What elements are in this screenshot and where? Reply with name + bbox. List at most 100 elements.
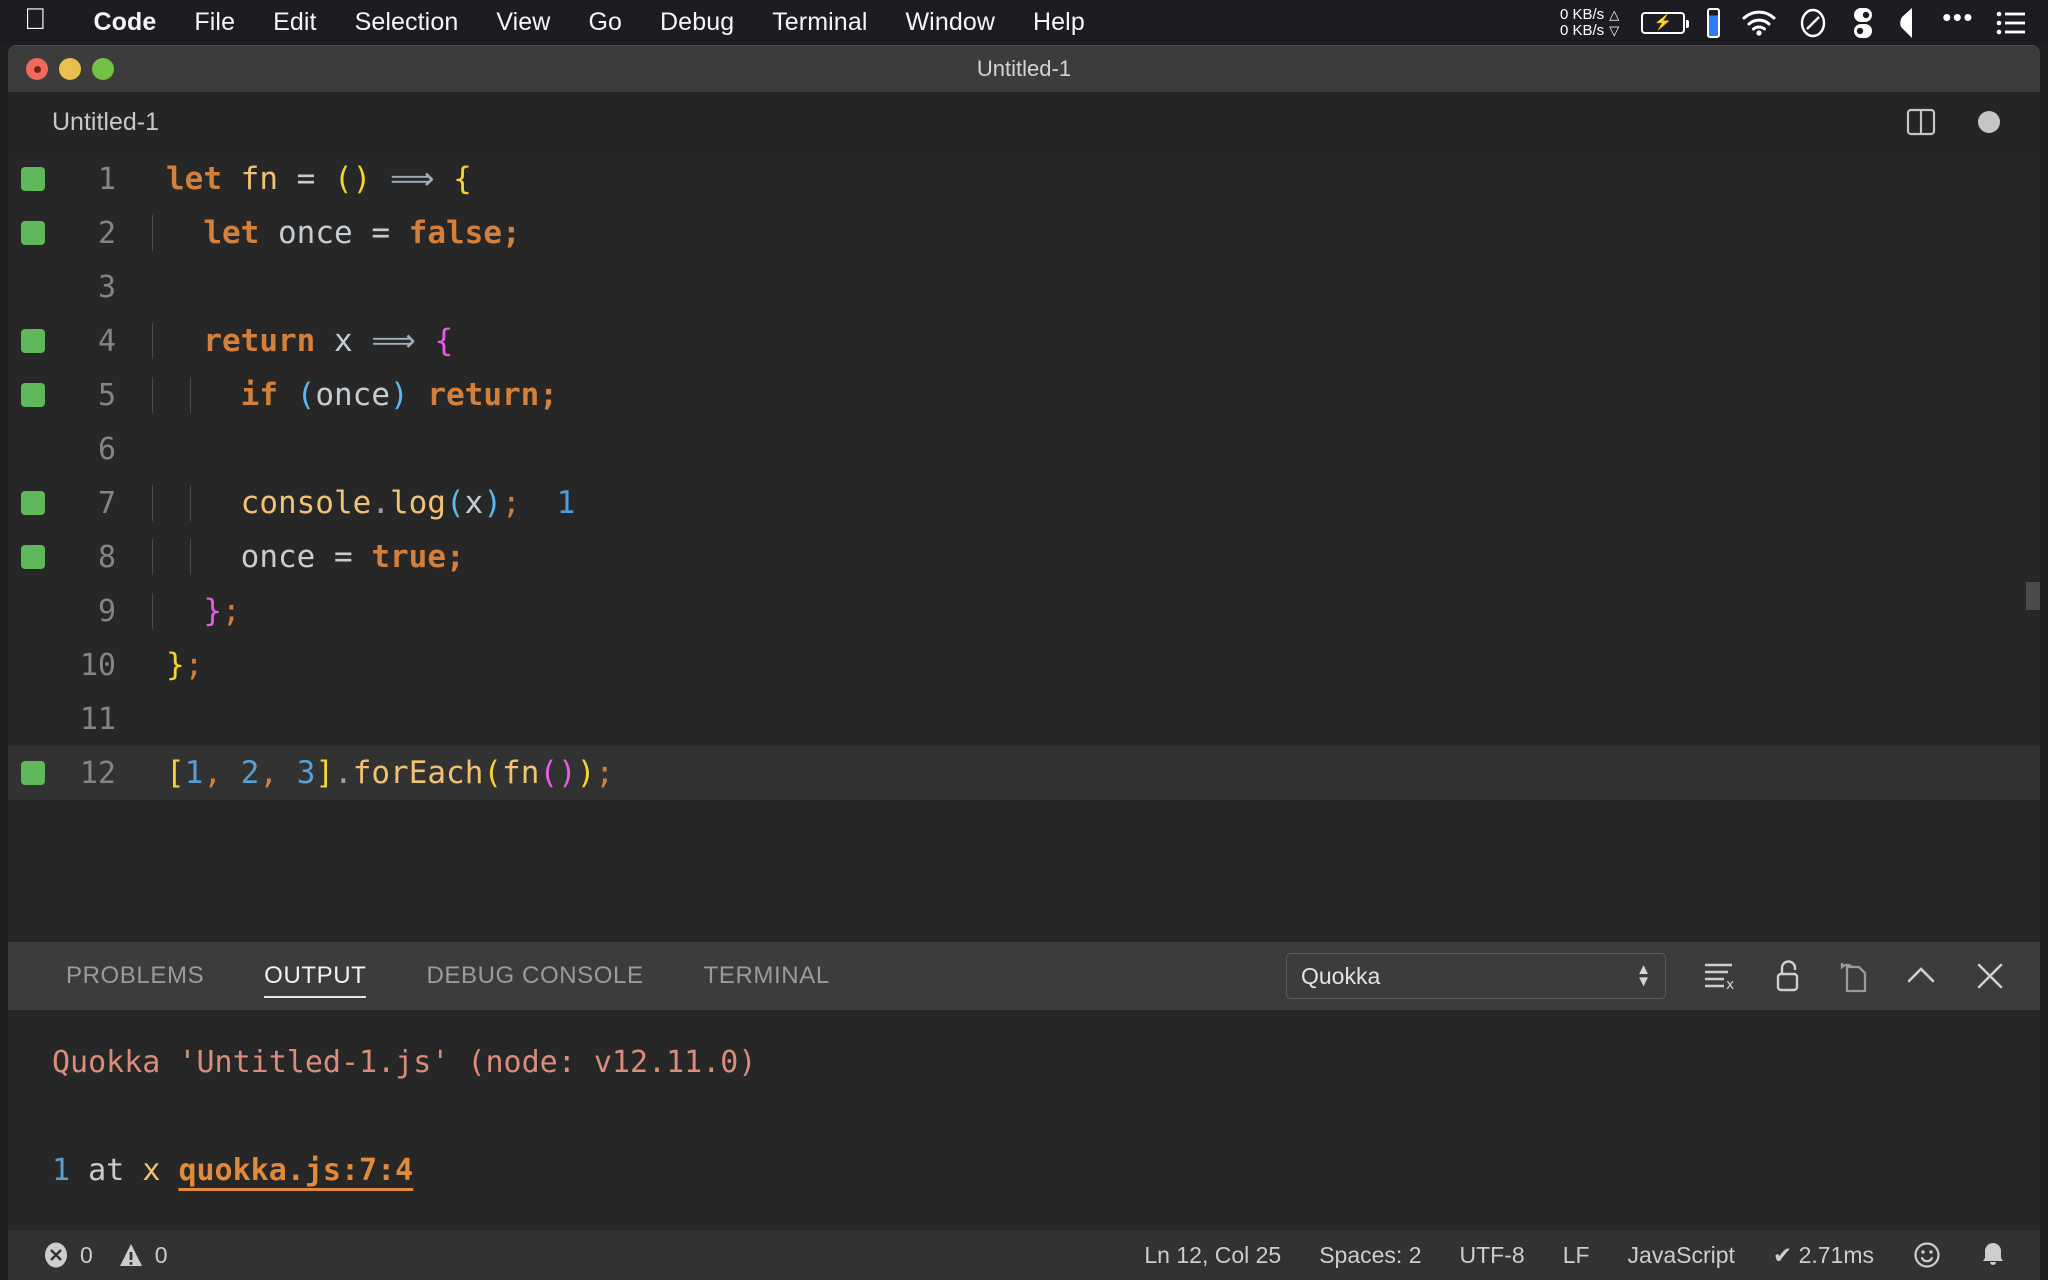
toggle-icon[interactable] xyxy=(1850,7,1876,39)
menu-item-code[interactable]: Code xyxy=(75,8,176,37)
status-bar-left: 0 0 xyxy=(8,1241,168,1269)
code-content-5[interactable]: if (once) return; xyxy=(138,377,558,413)
menu-item-help[interactable]: Help xyxy=(1014,8,1104,37)
wifi-icon[interactable] xyxy=(1742,10,1776,36)
output-line-trace[interactable]: 1 at x quokka.js:7:4 xyxy=(52,1144,2040,1198)
token-equals: = xyxy=(334,539,353,575)
open-in-editor-icon[interactable] xyxy=(1838,959,1868,993)
code-content-2[interactable]: let once = false; xyxy=(138,215,521,251)
status-bar: 0 0 Ln 12, Col 25 Spaces: 2 UTF-8 LF Jav… xyxy=(8,1230,2040,1280)
token-let: let xyxy=(166,161,222,197)
clear-output-icon[interactable]: x xyxy=(1702,960,1738,992)
menu-item-debug[interactable]: Debug xyxy=(641,8,753,37)
token-comma: , xyxy=(203,755,222,791)
vscode-window: Untitled-1 Untitled-1 1 let fn = () ⟹ { … xyxy=(8,45,2040,1280)
indentation-setting[interactable]: Spaces: 2 xyxy=(1319,1242,1421,1269)
zoom-window-button[interactable] xyxy=(92,58,114,80)
editor-scrollbar-thumb[interactable] xyxy=(2026,582,2040,610)
battery-charging-icon[interactable]: ⚡ xyxy=(1641,12,1685,34)
menu-item-edit[interactable]: Edit xyxy=(254,8,335,37)
error-count[interactable]: 0 xyxy=(80,1242,93,1269)
editor-actions xyxy=(1906,107,2040,137)
droplet-icon[interactable] xyxy=(1898,7,1920,39)
ellipsis-icon[interactable]: ••• xyxy=(1942,4,1974,30)
output-content[interactable]: Quokka 'Untitled-1.js' (node: v12.11.0) … xyxy=(8,1010,2040,1198)
menu-item-view[interactable]: View xyxy=(477,8,569,37)
encoding-setting[interactable]: UTF-8 xyxy=(1460,1242,1525,1269)
menu-item-selection[interactable]: Selection xyxy=(336,8,478,37)
menu-item-go[interactable]: Go xyxy=(569,8,641,37)
token-x: x xyxy=(334,323,353,359)
smiley-icon[interactable] xyxy=(1912,1240,1942,1270)
code-content-12[interactable]: [1, 2, 3].forEach(fn()); xyxy=(138,755,614,791)
panel-tab-output[interactable]: OUTPUT xyxy=(250,942,380,1010)
quokka-run-time[interactable]: ✔ 2.71ms xyxy=(1773,1242,1874,1269)
editor-tab-untitled-1[interactable]: Untitled-1 xyxy=(8,108,159,137)
bell-icon[interactable] xyxy=(1980,1240,2006,1270)
chevron-updown-icon: ▲▼ xyxy=(1636,964,1651,988)
blue-level-icon[interactable] xyxy=(1707,8,1720,38)
menu-item-file[interactable]: File xyxy=(175,8,254,37)
network-download-speed: 0 KB/s xyxy=(1560,23,1604,39)
split-editor-icon[interactable] xyxy=(1906,107,1936,137)
code-line-1[interactable]: 1 let fn = () ⟹ { xyxy=(8,152,2040,206)
eol-setting[interactable]: LF xyxy=(1563,1242,1590,1269)
network-speed-indicator[interactable]: 0 KB/s 0 KB/s △ ▽ xyxy=(1560,7,1619,39)
output-source-link[interactable]: quokka.js:7:4 xyxy=(178,1153,413,1188)
do-not-disturb-icon[interactable] xyxy=(1798,8,1828,38)
menu-item-window[interactable]: Window xyxy=(886,8,1014,37)
token-open-paren: ( xyxy=(446,485,465,521)
token-equals: = xyxy=(371,215,390,251)
token-let: let xyxy=(203,215,259,251)
code-line-3[interactable]: 3 xyxy=(8,260,2040,314)
code-content-1[interactable]: let fn = () ⟹ { xyxy=(138,161,472,197)
token-true: true; xyxy=(371,539,464,575)
code-line-5[interactable]: 5 if (once) return; xyxy=(8,368,2040,422)
panel-tab-problems[interactable]: PROBLEMS xyxy=(52,942,218,1010)
code-line-6[interactable]: 6 xyxy=(8,422,2040,476)
token-semicolon: ; xyxy=(502,485,521,521)
code-line-2[interactable]: 2 let once = false; xyxy=(8,206,2040,260)
token-log: log xyxy=(390,485,446,521)
code-content-10[interactable]: }; xyxy=(138,647,203,683)
token-close-bracket: ] xyxy=(315,755,334,791)
svg-text:x: x xyxy=(1726,977,1734,992)
token-once: once xyxy=(278,215,353,251)
code-content-4[interactable]: return x ⟹ { xyxy=(138,323,453,359)
code-editor[interactable]: 1 let fn = () ⟹ { 2 let once = false; 3 … xyxy=(8,152,2040,942)
code-line-8[interactable]: 8 once = true; xyxy=(8,530,2040,584)
warning-triangle-icon[interactable] xyxy=(117,1241,145,1269)
output-channel-select[interactable]: Quokka ▲▼ xyxy=(1286,953,1666,999)
token-semicolon: ; xyxy=(222,593,241,629)
code-line-9[interactable]: 9 }; xyxy=(8,584,2040,638)
lock-scroll-icon[interactable] xyxy=(1774,959,1802,993)
panel-tab-terminal[interactable]: TERMINAL xyxy=(690,942,844,1010)
maximize-panel-icon[interactable] xyxy=(1904,962,1938,990)
panel-tab-debug-console[interactable]: DEBUG CONSOLE xyxy=(412,942,657,1010)
code-line-4[interactable]: 4 return x ⟹ { xyxy=(8,314,2040,368)
output-channel-value: Quokka xyxy=(1301,963,1380,990)
cursor-position[interactable]: Ln 12, Col 25 xyxy=(1144,1242,1281,1269)
close-panel-icon[interactable] xyxy=(1974,960,2006,992)
code-content-7[interactable]: console.log(x);1 xyxy=(138,485,575,521)
apple-logo-icon[interactable]:  xyxy=(24,5,47,35)
output-value: 1 xyxy=(52,1153,70,1188)
close-window-button[interactable] xyxy=(26,58,48,80)
code-line-7[interactable]: 7 console.log(x);1 xyxy=(8,476,2040,530)
code-line-12[interactable]: 12 [1, 2, 3].forEach(fn()); xyxy=(8,746,2040,800)
line-number-2: 2 xyxy=(58,216,138,251)
warning-count[interactable]: 0 xyxy=(155,1242,168,1269)
code-content-9[interactable]: }; xyxy=(138,593,241,629)
minimize-window-button[interactable] xyxy=(59,58,81,80)
unsaved-dot-icon[interactable] xyxy=(1978,111,2000,133)
code-line-11[interactable]: 11 xyxy=(8,692,2040,746)
download-arrow-icon: ▽ xyxy=(1609,23,1619,39)
code-content-8[interactable]: once = true; xyxy=(138,539,465,575)
bottom-panel: PROBLEMS OUTPUT DEBUG CONSOLE TERMINAL Q… xyxy=(8,942,2040,1228)
menu-item-terminal[interactable]: Terminal xyxy=(753,8,886,37)
error-circle-icon[interactable] xyxy=(42,1241,70,1269)
token-x: x xyxy=(465,485,484,521)
language-mode[interactable]: JavaScript xyxy=(1628,1242,1735,1269)
code-line-10[interactable]: 10 }; xyxy=(8,638,2040,692)
control-center-list-icon[interactable] xyxy=(1996,10,2026,36)
